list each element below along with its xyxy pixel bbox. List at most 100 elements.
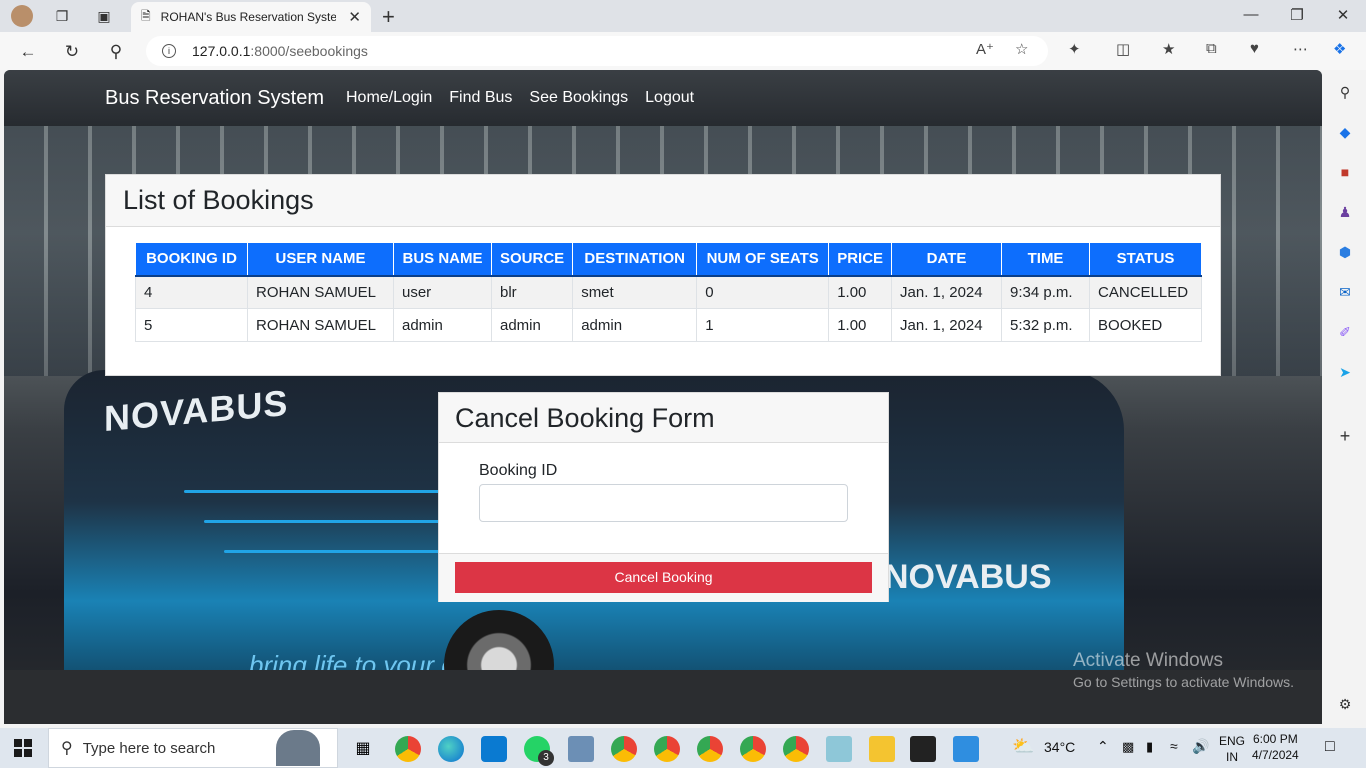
read-aloud-icon[interactable]: A⁺	[976, 40, 994, 58]
browser-essentials-icon[interactable]: ♥	[1250, 40, 1259, 57]
search-icon[interactable]: ⚲	[104, 40, 128, 64]
terminal-icon[interactable]	[910, 736, 936, 762]
workspaces-icon[interactable]: ❐	[52, 6, 72, 26]
chrome-profile-5-icon[interactable]	[740, 736, 766, 762]
favorites-icon[interactable]: ★	[1162, 40, 1175, 58]
cell-price: 1.00	[828, 308, 893, 342]
url-host: 127.0.0.1	[192, 43, 251, 59]
cell-booking-id: 5	[135, 308, 248, 342]
close-window-button[interactable]: ✕	[1328, 6, 1358, 24]
profile-avatar[interactable]	[11, 5, 33, 27]
booking-id-input[interactable]	[479, 484, 848, 522]
taskbar-clock[interactable]: 6:00 PM 4/7/2024	[1252, 731, 1299, 763]
task-view-icon[interactable]: ▦	[350, 736, 376, 762]
bus-logo-side-text: NOVABUS	[884, 558, 1052, 596]
site-brand[interactable]: Bus Reservation System	[105, 87, 324, 110]
chrome-profile-6-icon[interactable]	[783, 736, 809, 762]
more-menu-icon[interactable]: ⋯	[1293, 40, 1308, 58]
cancel-form-footer: Cancel Booking	[439, 553, 888, 602]
notifications-icon[interactable]: □	[1325, 738, 1335, 756]
sidebar-games-icon[interactable]: ♟	[1335, 202, 1355, 222]
language-indicator[interactable]: ENG IN	[1219, 733, 1245, 765]
column-header: BOOKING ID	[135, 242, 248, 277]
watermark-line1: Activate Windows	[1073, 650, 1223, 671]
collections-icon[interactable]: ⧉	[1206, 40, 1217, 57]
chrome-profile-2-icon[interactable]	[611, 736, 637, 762]
browser-toolbar: ← ↻ ⚲ i 127.0.0.1:8000/seebookings A⁺ ☆ …	[0, 32, 1366, 70]
cell-status: BOOKED	[1089, 308, 1203, 342]
sidebar-add-icon[interactable]: +	[1335, 426, 1355, 446]
tab-title: ROHAN's Bus Reservation System	[160, 10, 336, 24]
cell-date: Jan. 1, 2024	[891, 308, 1003, 342]
whatsapp-icon[interactable]: 3	[524, 736, 554, 766]
bookings-title: List of Bookings	[106, 175, 1220, 227]
sidebar-drop-icon[interactable]: ➤	[1335, 362, 1355, 382]
cell-num-seats: 1	[696, 308, 830, 342]
nav-logout[interactable]: Logout	[645, 89, 694, 107]
column-header: TIME	[1001, 242, 1091, 277]
chrome-icon[interactable]	[395, 736, 421, 762]
favorite-star-icon[interactable]: ☆	[1015, 40, 1028, 58]
column-header: USER NAME	[247, 242, 394, 277]
extensions-icon[interactable]: ✦	[1068, 40, 1081, 58]
column-header: DESTINATION	[572, 242, 698, 277]
browser-tab[interactable]: 🗎 ROHAN's Bus Reservation System ✕	[131, 2, 371, 32]
nav-home-login[interactable]: Home/Login	[346, 89, 432, 107]
weather-icon[interactable]: ⛅	[1012, 736, 1034, 757]
windows-taskbar: ⚲ Type here to search ▦ 3 ⛅ 34°C ⌃ ▩ ▮ ≈…	[0, 728, 1366, 768]
sidebar-search-icon[interactable]: ⚲	[1335, 82, 1355, 102]
minimize-button[interactable]: —	[1236, 6, 1266, 23]
refresh-button[interactable]: ↻	[60, 40, 84, 64]
nav-see-bookings[interactable]: See Bookings	[529, 89, 628, 107]
new-tab-button[interactable]: +	[382, 4, 395, 30]
photos-icon[interactable]	[953, 736, 979, 762]
cell-booking-id: 4	[135, 275, 248, 309]
edge-taskbar-icon[interactable]	[438, 736, 464, 762]
clock-time: 6:00 PM	[1253, 732, 1298, 746]
page-icon: 🗎	[141, 8, 151, 23]
restore-button[interactable]: ❐	[1282, 6, 1312, 24]
column-header: SOURCE	[490, 242, 574, 277]
volume-icon[interactable]: 🔊	[1192, 738, 1209, 755]
tray-chevron-icon[interactable]: ⌃	[1097, 738, 1109, 755]
sidebar-shopping-icon[interactable]: ◆	[1335, 122, 1355, 142]
site-info-icon[interactable]: i	[162, 44, 176, 58]
chrome-profile-4-icon[interactable]	[697, 736, 723, 762]
cell-destination: admin	[572, 308, 698, 342]
file-editor-icon[interactable]	[568, 736, 594, 762]
sidebar-settings-icon[interactable]: ⚙	[1335, 694, 1355, 714]
cell-num-seats: 0	[696, 275, 830, 309]
site-navbar: Bus Reservation System Home/Login Find B…	[4, 70, 1322, 126]
tab-actions-icon[interactable]: ▣	[94, 6, 114, 26]
browser-titlebar: ❐ ▣ 🗎 ROHAN's Bus Reservation System ✕ +…	[0, 0, 1366, 32]
sidebar-designer-icon[interactable]: ✐	[1335, 322, 1355, 342]
copilot-icon[interactable]: ❖	[1333, 40, 1346, 58]
battery-icon[interactable]: ▮	[1146, 739, 1153, 755]
sidebar-outlook-icon[interactable]: ✉	[1335, 282, 1355, 302]
tray-device-icon[interactable]: ▩	[1122, 739, 1134, 755]
nav-find-bus[interactable]: Find Bus	[449, 89, 512, 107]
wifi-icon[interactable]: ≈	[1170, 738, 1178, 754]
vscode-icon[interactable]	[481, 736, 507, 762]
activate-windows-watermark: Activate Windows Go to Settings to activ…	[1073, 650, 1294, 690]
file-explorer-icon[interactable]	[869, 736, 895, 762]
cell-date: Jan. 1, 2024	[891, 275, 1003, 309]
bookings-table: BOOKING ID USER NAME BUS NAME SOURCE DES…	[135, 242, 1203, 342]
booking-id-label: Booking ID	[479, 462, 558, 479]
chrome-profile-3-icon[interactable]	[654, 736, 680, 762]
start-button[interactable]	[14, 739, 32, 757]
sidebar-tools-icon[interactable]: ■	[1335, 162, 1355, 182]
cell-source: blr	[490, 275, 574, 309]
address-bar[interactable]: i 127.0.0.1:8000/seebookings	[146, 36, 1048, 66]
sidebar-m365-icon[interactable]: ⬢	[1335, 242, 1355, 262]
notepad-icon[interactable]	[826, 736, 852, 762]
split-screen-icon[interactable]: ◫	[1116, 40, 1130, 58]
close-tab-icon[interactable]: ✕	[348, 8, 361, 26]
back-button[interactable]: ←	[16, 40, 40, 64]
bus-logo-text: NOVABUS	[104, 381, 289, 440]
search-highlight-image[interactable]	[276, 730, 320, 766]
cell-source: admin	[490, 308, 574, 342]
cancel-booking-button[interactable]: Cancel Booking	[455, 562, 872, 593]
weather-temp[interactable]: 34°C	[1044, 739, 1075, 755]
taskbar-search-placeholder: Type here to search	[82, 739, 216, 757]
